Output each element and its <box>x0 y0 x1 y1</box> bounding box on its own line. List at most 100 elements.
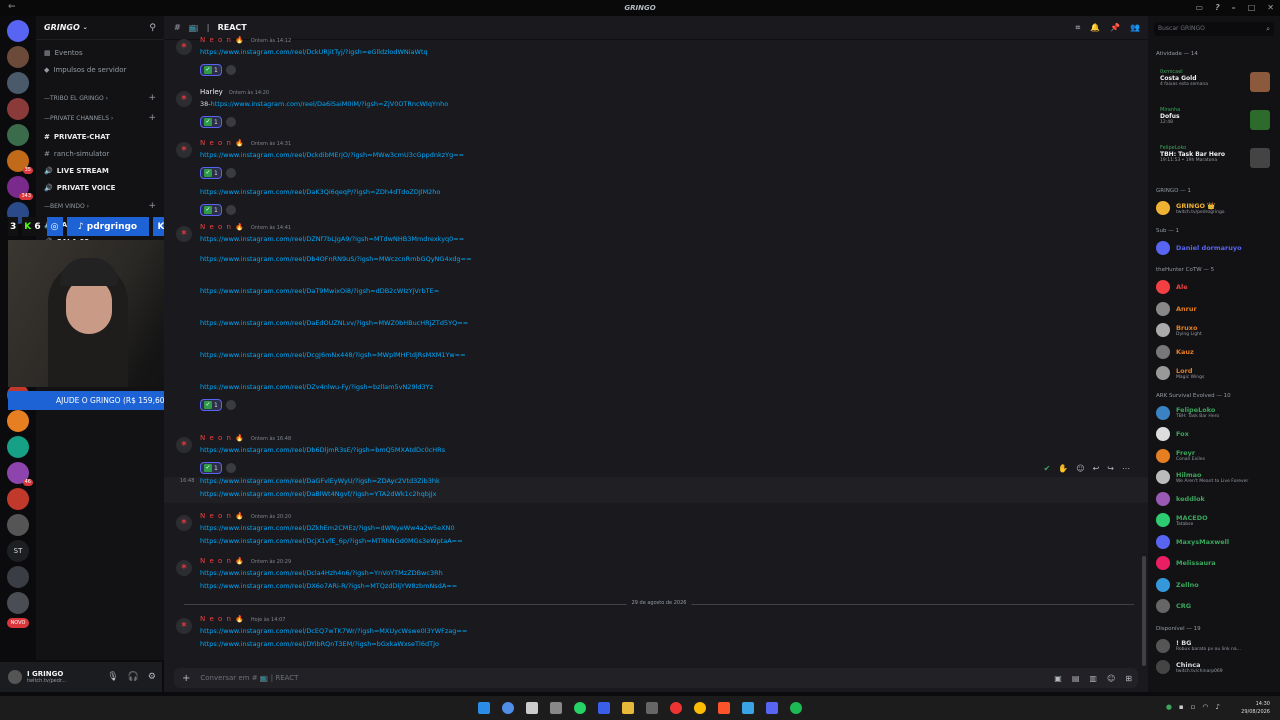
server-icon[interactable] <box>7 98 29 120</box>
reaction-chip[interactable]: ✓ 1 <box>200 167 222 179</box>
message-link[interactable]: https://www.instagram.com/reel/Db4OFnRN9… <box>200 255 472 263</box>
server-icon[interactable] <box>7 592 29 614</box>
composer-placeholder[interactable]: Conversar em # 📺 | REACT <box>200 674 298 682</box>
folder-icon[interactable] <box>622 702 634 714</box>
message-link[interactable]: https://www.instagram.com/reel/DcgJ6mNx4… <box>200 351 466 359</box>
channel-item[interactable]: # PRIVATE-CHAT <box>36 128 164 145</box>
reaction-chip[interactable]: ✓ 1 <box>200 116 222 128</box>
spotify-icon[interactable] <box>790 702 802 714</box>
clock[interactable]: 14:30 29/08/2026 <box>1241 700 1270 716</box>
add-channel-icon[interactable]: + <box>148 201 156 211</box>
close-button[interactable]: ✕ <box>1267 3 1274 12</box>
scrollbar[interactable] <box>1142 556 1146 666</box>
message-link[interactable]: https://www.instagram.com/reel/DaEdOUZNL… <box>200 319 468 327</box>
add-channel-icon[interactable]: + <box>148 93 156 103</box>
reaction-chip[interactable]: ✓ 1 <box>200 204 222 216</box>
avatar[interactable] <box>8 670 22 684</box>
message-author[interactable]: N e o n 🔥 Hoje às 14:07 <box>200 615 285 623</box>
channel-category[interactable]: — PRIVATE CHANNELS › + <box>36 108 164 128</box>
volume-icon[interactable]: ♪ <box>1216 703 1220 711</box>
add-reaction-icon[interactable] <box>225 117 236 127</box>
help-icon[interactable]: ? <box>1215 3 1220 12</box>
server-icon[interactable]: 46 <box>7 462 33 486</box>
message-link[interactable]: https://www.instagram.com/reel/DaK3Qi6qe… <box>200 188 440 196</box>
member-item[interactable]: Kauz <box>1156 342 1276 362</box>
members-icon[interactable]: 👥 <box>1130 23 1140 33</box>
add-reaction-icon[interactable] <box>225 463 236 473</box>
member-item[interactable]: Melissaura <box>1156 553 1276 573</box>
emoji-picker-icon[interactable]: ☺ <box>1107 674 1115 683</box>
server-icon[interactable]: ST <box>7 540 29 562</box>
gear-icon[interactable]: ⚙ <box>148 672 156 682</box>
bell-icon[interactable]: 🔔 <box>1090 23 1100 33</box>
add-reaction-icon[interactable] <box>225 65 236 75</box>
invite-icon[interactable]: ⚲ <box>149 23 156 33</box>
tray-icon[interactable]: ▫ <box>1191 703 1196 711</box>
emoji-icon[interactable]: ☺ <box>1076 464 1084 473</box>
reaction-chip[interactable]: ✓ 1 <box>200 64 222 76</box>
message-link[interactable]: https://www.instagram.com/reel/DZv4nlwu-… <box>200 383 433 391</box>
message-link[interactable]: https://www.instagram.com/reel/DckdibMEr… <box>200 151 464 159</box>
boosts-item[interactable]: ◆ Impulsos de servidor <box>36 61 164 78</box>
message-author[interactable]: N e o n 🔥 Ontem às 14:12 <box>200 36 291 44</box>
app-icon[interactable] <box>526 702 538 714</box>
reaction-chip[interactable]: ✓ 1 <box>200 462 222 474</box>
avatar[interactable]: ✶ <box>176 618 192 634</box>
server-icon[interactable]: 343 <box>7 176 33 200</box>
threads-icon[interactable]: ⌗ <box>1076 23 1081 33</box>
member-item[interactable]: CRG <box>1156 596 1276 616</box>
server-icon[interactable] <box>7 72 29 94</box>
server-icon[interactable] <box>7 410 29 432</box>
discord-icon[interactable] <box>766 702 778 714</box>
tray-icon[interactable]: ▪ <box>1179 703 1184 711</box>
member-item[interactable]: Freyr Conan Exiles <box>1156 446 1276 466</box>
message-link[interactable]: 38-https://www.instagram.com/reel/Da6iSa… <box>200 100 448 108</box>
back-arrow-icon[interactable]: ← <box>8 2 16 12</box>
message-author[interactable]: N e o n 🔥 Ontem às 14:31 <box>200 139 291 147</box>
wifi-icon[interactable]: ◠ <box>1202 703 1208 711</box>
reaction-icon[interactable]: ✋ <box>1058 464 1068 473</box>
server-icon[interactable] <box>7 46 29 68</box>
message-link[interactable]: https://www.instagram.com/reel/DX6o7ARi-… <box>200 582 457 590</box>
member-item[interactable]: Zellno <box>1156 575 1276 595</box>
member-item[interactable]: MACEDO Tatabse <box>1156 510 1276 530</box>
member-item[interactable]: Fox <box>1156 424 1276 444</box>
message-link[interactable]: https://www.instagram.com/reel/DaT9MwixO… <box>200 287 439 295</box>
gif-icon[interactable]: ▤ <box>1072 674 1080 683</box>
reply-icon[interactable]: ↩ <box>1093 464 1100 473</box>
message-link[interactable]: https://www.instagram.com/reel/DZNf7bLJg… <box>200 235 464 243</box>
server-icon[interactable] <box>7 566 29 588</box>
member-item[interactable]: Lord Magic Wings <box>1156 363 1276 383</box>
app-icon[interactable] <box>502 702 514 714</box>
avatar[interactable]: ✶ <box>176 437 192 453</box>
message-author[interactable]: N e o n 🔥 Ontem às 16:48 <box>200 434 291 442</box>
activity-card[interactable]: FelipeLoko TBH: Task Bar Hero 19:11:53 • 1… <box>1156 142 1274 176</box>
app-icon[interactable] <box>670 702 682 714</box>
server-header[interactable]: GRINGO ⌄ ⚲ <box>36 16 164 40</box>
activity-card[interactable]: 0xmicael Costa Gold 4 faixas esta semana <box>1156 66 1274 100</box>
server-icon[interactable] <box>7 514 29 536</box>
member-item[interactable]: MaxysMaxwell <box>1156 532 1276 552</box>
home-discord-icon[interactable] <box>7 20 29 42</box>
whatsapp-icon[interactable] <box>574 702 586 714</box>
inbox-icon[interactable]: ▭ <box>1196 3 1204 12</box>
avatar[interactable]: ✶ <box>176 226 192 242</box>
chrome-icon[interactable] <box>694 702 706 714</box>
message-link[interactable]: https://www.instagram.com/reel/DaGFvlEyW… <box>200 477 440 485</box>
avatar[interactable]: ✶ <box>176 515 192 531</box>
avatar[interactable]: ✶ <box>176 560 192 576</box>
member-item[interactable]: GRINGO 👑 twitch.tv/pedrogringo <box>1156 198 1276 218</box>
app-icon[interactable] <box>742 702 754 714</box>
more-icon[interactable]: ⋯ <box>1122 464 1130 473</box>
add-reaction-icon[interactable] <box>225 400 236 410</box>
reaction-check-icon[interactable]: ✔ <box>1044 464 1051 473</box>
message-author[interactable]: N e o n 🔥 Ontem às 14:41 <box>200 223 291 231</box>
member-item[interactable]: Bruxo Dying Light <box>1156 320 1276 340</box>
maximize-button[interactable]: □ <box>1248 3 1256 12</box>
server-icon[interactable] <box>7 124 29 146</box>
add-channel-icon[interactable]: + <box>148 113 156 123</box>
channel-item[interactable]: 🔊 LIVE STREAM <box>36 162 164 179</box>
windows-start-icon[interactable] <box>478 702 490 714</box>
brave-icon[interactable] <box>718 702 730 714</box>
sticker-icon[interactable]: ▥ <box>1089 674 1097 683</box>
